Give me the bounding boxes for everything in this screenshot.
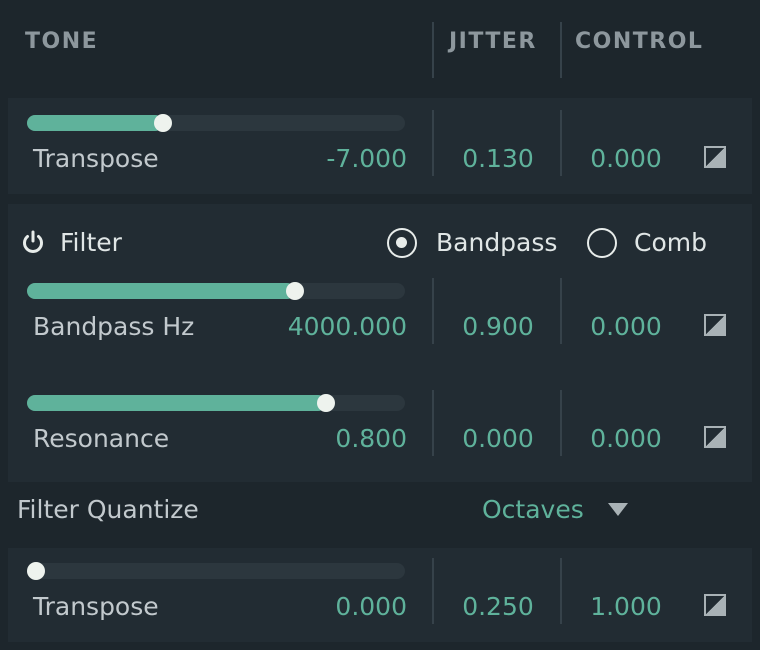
slider-knob[interactable] (316, 394, 335, 412)
transpose-2-jitter-value[interactable]: 0.250 (443, 592, 553, 621)
bandpass-label: Bandpass Hz (33, 312, 195, 341)
resonance-slider[interactable] (27, 394, 405, 412)
column-header-control: CONTROL (575, 29, 704, 54)
transpose-value[interactable]: -7.000 (250, 144, 407, 173)
resonance-control-value[interactable]: 0.000 (571, 424, 681, 453)
modulation-toggle-icon[interactable] (704, 426, 726, 448)
bandpass-control-value[interactable]: 0.000 (571, 312, 681, 341)
slider-fill (27, 283, 296, 299)
column-divider (432, 390, 434, 456)
bandpass-slider[interactable] (27, 282, 405, 300)
quantize-dropdown[interactable]: Octaves (482, 495, 632, 527)
bandpass-radio[interactable] (387, 228, 417, 258)
comb-radio[interactable] (587, 228, 617, 258)
modulation-toggle-icon[interactable] (704, 314, 726, 336)
comb-option-label[interactable]: Comb (634, 228, 707, 257)
triangle-down-icon (608, 503, 628, 516)
transpose-control-value[interactable]: 0.000 (571, 144, 681, 173)
header-divider (432, 22, 434, 78)
bandpass-jitter-value[interactable]: 0.900 (443, 312, 553, 341)
slider-fill (27, 115, 164, 131)
slider-knob[interactable] (154, 114, 173, 132)
filter-quantize-label: Filter Quantize (17, 495, 199, 524)
radio-selected-dot (396, 237, 407, 248)
column-divider (560, 390, 562, 456)
resonance-jitter-value[interactable]: 0.000 (443, 424, 553, 453)
column-header-tone: TONE (25, 29, 99, 54)
transpose-label: Transpose (33, 144, 159, 173)
slider-fill (27, 395, 326, 411)
bandpass-option-label[interactable]: Bandpass (436, 228, 557, 257)
modulation-toggle-icon[interactable] (704, 594, 726, 616)
power-icon[interactable] (19, 228, 47, 256)
transpose-2-value[interactable]: 0.000 (250, 592, 407, 621)
transpose-2-label: Transpose (33, 592, 159, 621)
transpose-slider[interactable] (27, 114, 405, 132)
resonance-value[interactable]: 0.800 (250, 424, 407, 453)
column-divider (432, 558, 434, 624)
header-divider (560, 22, 562, 78)
quantize-dropdown-value: Octaves (482, 495, 584, 524)
filter-label: Filter (60, 228, 122, 257)
column-divider (432, 110, 434, 176)
modulation-toggle-icon[interactable] (704, 146, 726, 168)
resonance-label: Resonance (33, 424, 170, 453)
transpose-2-control-value[interactable]: 1.000 (571, 592, 681, 621)
column-divider (432, 278, 434, 344)
column-divider (560, 278, 562, 344)
transpose-jitter-value[interactable]: 0.130 (443, 144, 553, 173)
transpose-2-slider[interactable] (27, 562, 405, 580)
bandpass-value[interactable]: 4000.000 (230, 312, 407, 341)
slider-knob[interactable] (286, 282, 305, 300)
column-header-jitter: JITTER (449, 29, 537, 54)
slider-knob[interactable] (27, 562, 45, 580)
column-divider (560, 558, 562, 624)
column-divider (560, 110, 562, 176)
